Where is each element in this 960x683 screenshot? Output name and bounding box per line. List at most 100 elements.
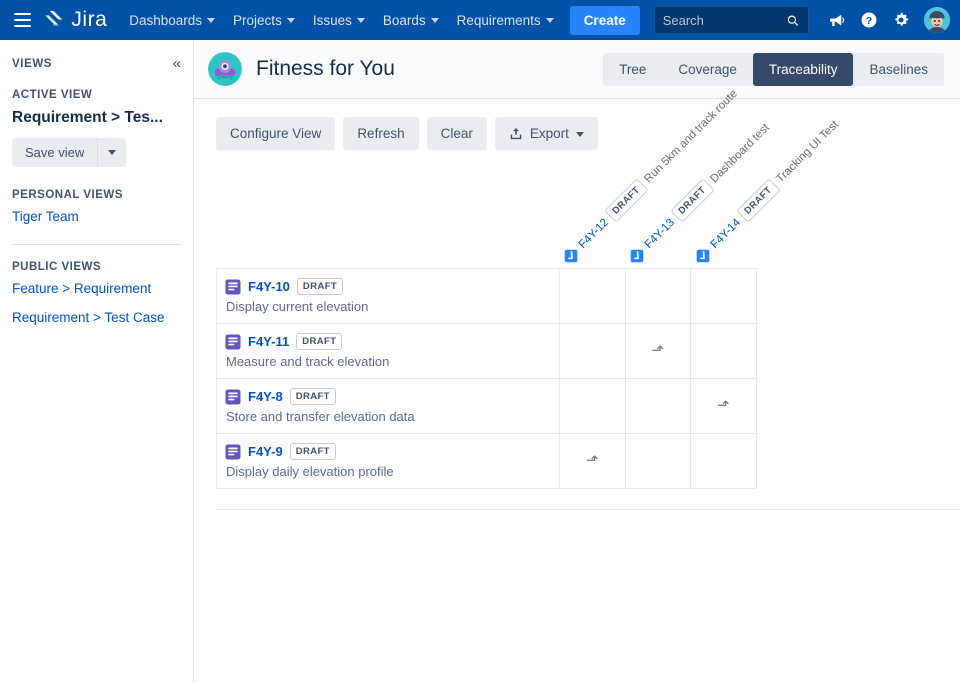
- matrix-cell-linked[interactable]: ⬏: [690, 378, 757, 434]
- project-avatar-icon: [208, 52, 242, 86]
- link-arrow-icon: ⬏: [585, 452, 599, 469]
- personal-views-section: PERSONAL VIEWS Tiger Team: [12, 189, 181, 224]
- row-summary: Display daily elevation profile: [226, 464, 394, 479]
- requirement-icon: [225, 389, 241, 404]
- row-issue-key[interactable]: F4Y-8: [248, 389, 283, 404]
- hamburger-menu-icon[interactable]: [14, 13, 32, 27]
- column-issue-key[interactable]: F4Y-12: [576, 216, 610, 250]
- matrix-cell[interactable]: [624, 268, 691, 324]
- sidebar-item-requirement-test-case[interactable]: Requirement > Test Case: [12, 310, 181, 325]
- user-avatar[interactable]: [924, 7, 950, 33]
- settings-gear-icon[interactable]: [892, 11, 910, 29]
- row-issue-key[interactable]: F4Y-11: [248, 334, 289, 349]
- active-view-label: ACTIVE VIEW: [12, 89, 93, 101]
- matrix-toolbar: Configure View Refresh Clear Export: [194, 99, 960, 150]
- page-header: Fitness for You Tree Coverage Traceabili…: [194, 40, 960, 99]
- tab-baselines[interactable]: Baselines: [853, 53, 944, 86]
- public-views-label: PUBLIC VIEWS: [12, 261, 102, 273]
- matrix-cell[interactable]: [559, 268, 626, 324]
- megaphone-icon[interactable]: [827, 11, 846, 30]
- export-label: Export: [529, 126, 569, 141]
- nav-item-dashboards-label: Dashboards: [129, 12, 203, 28]
- nav-item-boards-label: Boards: [382, 12, 426, 28]
- chevron-down-icon: [575, 131, 584, 137]
- column-issue-key[interactable]: F4Y-14: [708, 216, 742, 250]
- nav-item-issues[interactable]: Issues: [305, 7, 373, 34]
- status-badge: DRAFT: [289, 443, 336, 460]
- export-button[interactable]: Export: [494, 117, 598, 150]
- matrix-cell[interactable]: [624, 433, 691, 489]
- row-header[interactable]: F4Y-8 DRAFT Store and transfer elevation…: [216, 378, 560, 434]
- row-issue-key[interactable]: F4Y-9: [248, 444, 283, 459]
- refresh-button[interactable]: Refresh: [343, 117, 419, 150]
- save-view-button[interactable]: Save view: [12, 138, 98, 167]
- column-issue-key[interactable]: F4Y-13: [642, 216, 676, 250]
- clear-label: Clear: [440, 126, 473, 141]
- status-badge: DRAFT: [603, 178, 649, 223]
- row-issue-key[interactable]: F4Y-10: [248, 279, 290, 294]
- matrix-cell[interactable]: [690, 323, 757, 379]
- svg-text:?: ?: [866, 15, 872, 27]
- status-badge: DRAFT: [289, 388, 336, 405]
- clear-button[interactable]: Clear: [426, 117, 487, 150]
- export-upload-icon: [510, 127, 522, 140]
- jira-logo[interactable]: Jira: [43, 8, 107, 32]
- traceability-matrix: F4Y-12 DRAFT Run 5km and track route F4Y…: [194, 87, 960, 683]
- status-badge: DRAFT: [669, 178, 715, 223]
- matrix-cell[interactable]: [559, 323, 626, 379]
- row-header-top: F4Y-11 DRAFT: [225, 333, 549, 350]
- personal-views-label: PERSONAL VIEWS: [12, 189, 123, 201]
- requirement-icon: [225, 334, 241, 349]
- matrix-cell[interactable]: [624, 378, 691, 434]
- chevron-down-icon: [545, 18, 554, 23]
- configure-view-button[interactable]: Configure View: [216, 117, 336, 150]
- save-view-dropdown-button[interactable]: [97, 138, 127, 167]
- create-button[interactable]: Create: [569, 5, 640, 35]
- nav-item-requirements[interactable]: Requirements: [449, 7, 562, 34]
- tab-coverage[interactable]: Coverage: [662, 53, 753, 86]
- matrix-cell[interactable]: [559, 378, 626, 434]
- page-title: Fitness for You: [256, 57, 395, 80]
- main-content: Fitness for You Tree Coverage Traceabili…: [194, 40, 960, 683]
- sidebar-item-tiger-team[interactable]: Tiger Team: [12, 209, 181, 224]
- chevron-down-icon: [286, 18, 295, 23]
- chevron-down-icon: [207, 18, 216, 23]
- row-summary: Store and transfer elevation data: [226, 409, 415, 424]
- tab-traceability[interactable]: Traceability: [752, 52, 854, 86]
- sidebar-item-feature-requirement[interactable]: Feature > Requirement: [12, 281, 181, 296]
- search-input[interactable]: [662, 12, 787, 28]
- sidebar: VIEWS « ACTIVE VIEW Requirement > Tes...…: [0, 40, 194, 683]
- nav-item-projects[interactable]: Projects: [225, 7, 303, 34]
- sidebar-title: VIEWS: [12, 57, 53, 70]
- chevron-down-icon: [108, 150, 117, 155]
- nav-item-dashboards[interactable]: Dashboards: [121, 7, 223, 34]
- row-summary: Display current elevation: [226, 299, 369, 314]
- test-case-icon: [564, 249, 578, 263]
- jira-brand-text: Jira: [71, 8, 108, 31]
- status-badge: DRAFT: [296, 333, 343, 350]
- row-header[interactable]: F4Y-9 DRAFT Display daily elevation prof…: [216, 433, 560, 489]
- search-box[interactable]: [653, 6, 809, 34]
- status-badge: DRAFT: [735, 178, 781, 223]
- test-case-icon: [630, 249, 644, 263]
- tab-tree[interactable]: Tree: [603, 53, 662, 86]
- chevron-down-icon: [356, 18, 365, 23]
- test-case-icon: [696, 249, 710, 263]
- row-header[interactable]: F4Y-11 DRAFT Measure and track elevation: [216, 323, 560, 379]
- collapse-sidebar-icon[interactable]: «: [173, 56, 181, 71]
- matrix-cell[interactable]: [690, 433, 757, 489]
- help-icon[interactable]: ?: [860, 11, 878, 29]
- active-view-name: Requirement > Tes...: [12, 109, 163, 126]
- public-views-section: PUBLIC VIEWS Feature > Requirement Requi…: [12, 261, 181, 325]
- matrix-cell-linked[interactable]: ⬏: [624, 323, 691, 379]
- chevron-down-icon: [430, 18, 439, 23]
- row-header[interactable]: F4Y-10 DRAFT Display current elevation: [216, 268, 560, 324]
- nav-item-boards[interactable]: Boards: [375, 7, 447, 34]
- link-arrow-icon: ⬏: [716, 397, 730, 414]
- matrix-column-headers: F4Y-12 DRAFT Run 5km and track route F4Y…: [559, 87, 960, 268]
- refresh-label: Refresh: [357, 126, 405, 141]
- matrix-cell-linked[interactable]: ⬏: [559, 433, 626, 489]
- nav-item-projects-label: Projects: [233, 12, 282, 28]
- row-summary: Measure and track elevation: [226, 354, 390, 369]
- matrix-cell[interactable]: [690, 268, 757, 324]
